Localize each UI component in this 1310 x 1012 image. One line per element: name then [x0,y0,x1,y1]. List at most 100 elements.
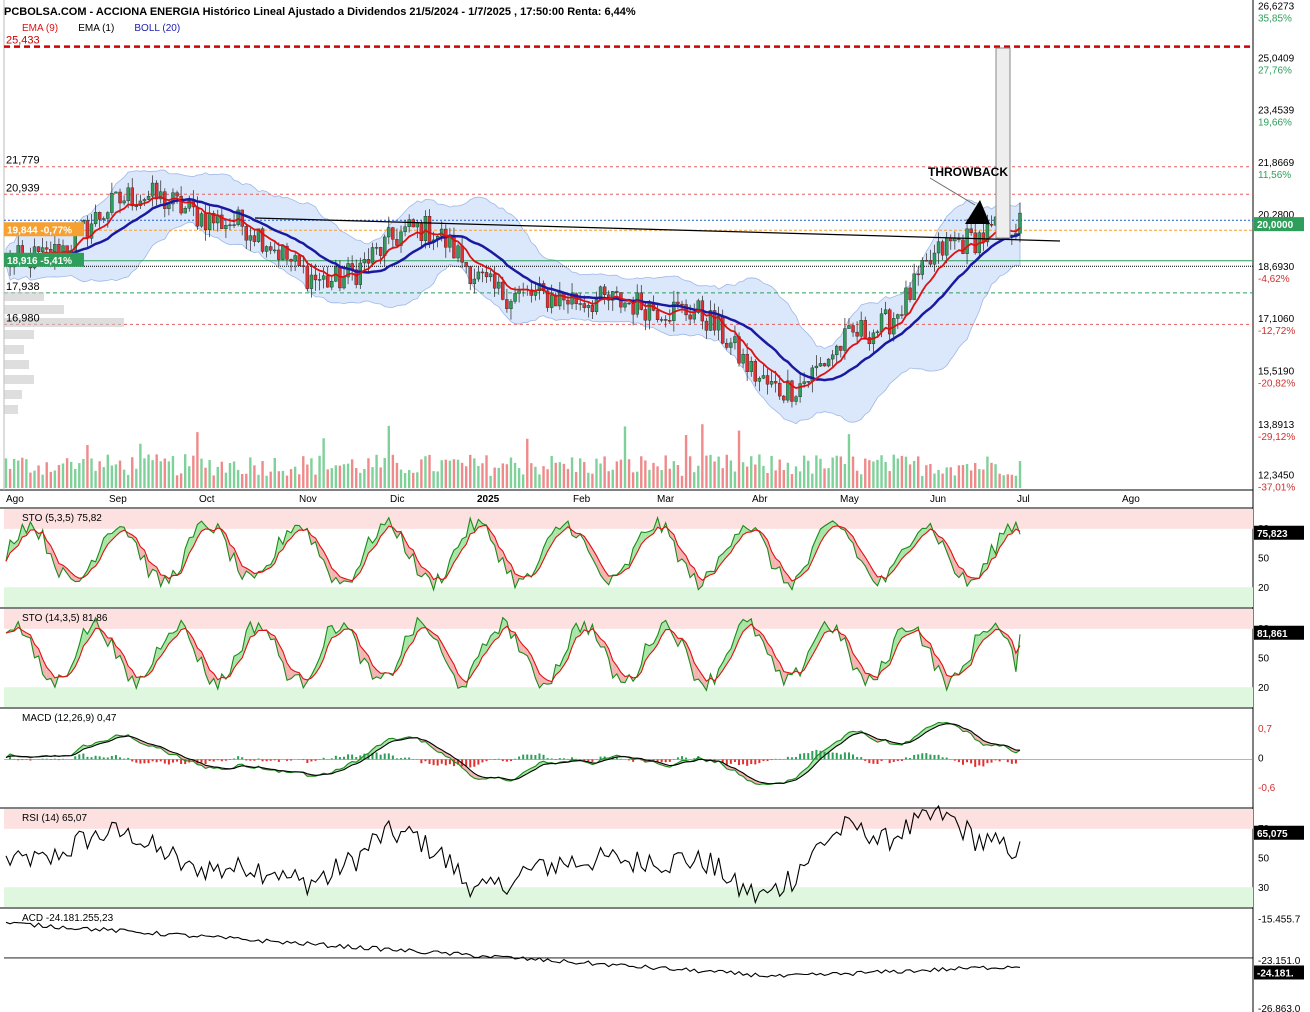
macd-histogram-bar [82,753,85,760]
candle-body [476,271,481,280]
macd-histogram-bar [966,759,969,763]
x-tick-label: Mar [657,494,675,505]
candle-body [154,182,159,200]
price-tag-text: 18,916 -5,41% [7,256,72,267]
volume-bar [802,455,806,488]
candle-body [749,361,753,372]
volume-bar [74,468,77,488]
candle-body [798,383,802,397]
macd-histogram-bar [868,759,871,764]
volume-bar [660,470,663,488]
volume-bar [179,473,183,488]
macd-histogram-bar [546,758,549,760]
volume-bar [183,454,187,488]
macd-histogram-bar [986,759,989,764]
volume-bar [114,464,118,488]
macd-histogram-bar [904,757,907,760]
volume-bar [900,455,904,488]
candle-body [264,246,269,252]
volume-bar [631,472,635,488]
macd-histogram-bar [273,759,276,761]
candle-body [505,299,509,309]
macd-histogram-bar [343,756,345,760]
volume-bar [200,458,203,488]
volume-bar [986,456,989,488]
candle-body [733,336,737,344]
candle-body [370,247,375,264]
volume-bar [383,457,386,488]
volume-bar [644,460,647,488]
x-tick-label: Jul [1017,494,1030,505]
volume-bar [342,464,346,488]
volume-bar [245,473,248,488]
macd-histogram-bar [900,759,903,761]
x-tick-label: Oct [199,494,215,505]
volume-profile-bar [4,375,34,384]
macd-histogram-bar [167,759,170,765]
volume-bar [322,438,325,488]
macd-histogram-bar [518,756,521,760]
candle-body [403,226,407,233]
candle-body [818,363,823,367]
candle-body [330,281,334,288]
macd-histogram-bar [941,757,944,760]
volume-bar [782,470,786,488]
candle-body [908,287,912,300]
candle-body [309,274,314,289]
volume-bar [135,468,138,488]
volume-bar [676,465,680,488]
candle-body [904,287,908,316]
candle-body [130,187,134,207]
macd-histogram-bar [338,757,341,760]
volume-bar [110,465,114,488]
macd-histogram-bar [163,759,166,764]
candle-body [643,309,648,321]
candle-body [745,353,749,372]
macd-histogram-bar [664,759,667,763]
candle-body [150,182,155,197]
candle-body [843,328,847,351]
volume-bar [90,458,93,488]
volume-bar [709,454,712,488]
candle-body [492,273,497,289]
volume-bar [595,458,598,488]
volume-bar [868,460,871,488]
candle-body [281,245,285,260]
volume-bar [61,463,65,488]
candle-body [940,241,945,256]
volume-bar [941,473,944,488]
macd-histogram-bar [151,759,154,762]
y-tick-label: 23,4539 [1258,106,1295,117]
macd-histogram-bar [220,759,223,762]
volume-bar [375,454,378,488]
candle-body [973,232,977,254]
candle-body [859,320,863,337]
volume-bar [937,469,940,488]
candle-body [826,358,831,367]
candle-body [704,320,709,331]
macd-histogram-bar [738,759,741,766]
candle-body [122,200,126,204]
indicator-tick: -0,6 [1258,783,1276,794]
volume-bar [171,456,175,488]
macd-histogram-bar [102,757,105,760]
volume-bar [126,474,130,488]
volume-bar [501,463,505,488]
macd-histogram-bar [839,754,842,760]
candle-body [761,375,766,379]
candle-body [814,365,819,369]
volume-bar [599,463,602,488]
macd-histogram-bar [795,757,798,760]
volume-bar [701,424,704,488]
volume-bar [464,466,468,488]
candle-body [1018,212,1022,234]
macd-histogram-bar [652,759,655,761]
macd-histogram-bar [852,754,855,760]
y-tick-label: 12,3450 [1258,471,1295,482]
candle-body [387,227,391,238]
macd-histogram-bar [379,754,382,760]
volume-bar [232,461,236,488]
volume-bar [798,471,802,488]
volume-bar [143,458,146,488]
macd-histogram-bar [933,754,936,760]
